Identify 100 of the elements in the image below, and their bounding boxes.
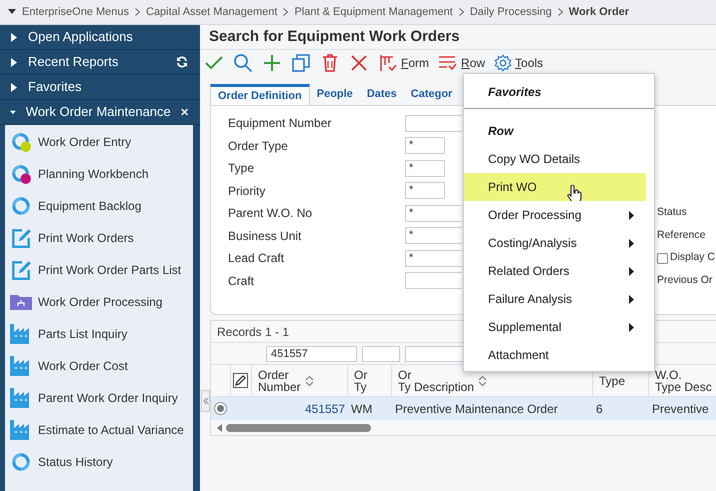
scroll-left-icon[interactable] bbox=[217, 424, 222, 432]
submenu-arrow-icon bbox=[629, 266, 634, 276]
toolbar-menu[interactable]: Form bbox=[378, 53, 430, 73]
collapse-icon bbox=[10, 108, 16, 116]
section-label: Favorites bbox=[28, 78, 82, 96]
edit-grid-icon[interactable] bbox=[233, 373, 248, 388]
submenu-arrow-icon bbox=[629, 210, 634, 220]
table-cell-text: WM bbox=[350, 400, 374, 418]
checkbox[interactable] bbox=[657, 252, 668, 264]
field-label: Equipment Number bbox=[228, 115, 332, 132]
folder-icon bbox=[10, 294, 32, 310]
add-icon[interactable] bbox=[262, 53, 282, 73]
sort-icon[interactable] bbox=[304, 376, 314, 386]
factory-icon bbox=[10, 388, 32, 408]
field-label: Parent W.O. No bbox=[228, 205, 314, 222]
sidebar-section[interactable]: Open Applications bbox=[0, 25, 200, 50]
sidebar-item[interactable]: Work Order Entry bbox=[5, 126, 193, 158]
breadcrumb-link[interactable]: Daily Processing bbox=[470, 4, 552, 20]
input-field[interactable]: * bbox=[405, 250, 462, 267]
breadcrumb-link[interactable]: EnterpriseOne Menus bbox=[22, 4, 129, 20]
sidebar-item[interactable]: Print Work Order Parts List bbox=[5, 254, 193, 286]
sidebar-item[interactable]: Work Order Cost bbox=[5, 350, 193, 382]
input-field[interactable]: * bbox=[405, 182, 445, 200]
table-row[interactable]: 451557 WM Preventive Maintenance Order 6 Preventive bbox=[211, 396, 716, 420]
field-label: Business Unit bbox=[228, 228, 302, 245]
breadcrumb-link[interactable]: Plant & Equipment Management bbox=[294, 4, 453, 20]
factory-icon bbox=[10, 356, 32, 376]
item-label: Equipment Backlog bbox=[38, 198, 142, 215]
sidebar-item[interactable]: Planning Workbench bbox=[5, 158, 193, 190]
item-label: Work Order Processing bbox=[38, 294, 162, 311]
trash-icon[interactable] bbox=[320, 53, 340, 73]
records-count: Records 1 - 1 bbox=[217, 324, 290, 340]
field-label: Craft bbox=[228, 272, 256, 290]
input-field[interactable]: * bbox=[405, 227, 462, 244]
breadcrumb-link[interactable]: Work Order bbox=[568, 4, 630, 20]
toolbar-menu[interactable]: Tools bbox=[494, 54, 544, 72]
submenu-arrow-icon bbox=[629, 294, 634, 304]
tab[interactable]: Dates bbox=[360, 84, 404, 105]
rows-icon bbox=[438, 53, 458, 73]
field-label: Order Type bbox=[228, 138, 289, 155]
section-label: Open Applications bbox=[28, 28, 134, 46]
menu-heading: Favorites bbox=[488, 84, 542, 101]
sidebar-section[interactable]: Recent Reports bbox=[0, 50, 200, 75]
filter-field[interactable]: 451557 bbox=[266, 346, 357, 362]
input-field[interactable]: * bbox=[405, 204, 462, 222]
sidebar-item[interactable]: Print Work Orders bbox=[5, 222, 193, 254]
close-icon[interactable] bbox=[349, 53, 369, 73]
section-label: Recent Reports bbox=[28, 53, 120, 72]
sidebar-item[interactable]: Work Order Processing bbox=[5, 286, 193, 318]
close-icon[interactable] bbox=[180, 107, 188, 117]
item-label: Status History bbox=[38, 454, 113, 471]
field-label: Reference bbox=[657, 228, 706, 243]
radio-button[interactable] bbox=[214, 402, 228, 415]
factory-icon bbox=[10, 420, 32, 440]
breadcrumb-link[interactable]: Capital Asset Management bbox=[146, 4, 278, 20]
filter-field[interactable] bbox=[362, 346, 400, 362]
table-cell-text: Preventive bbox=[651, 400, 710, 418]
cycle-icon bbox=[10, 451, 32, 473]
expand-icon bbox=[10, 82, 18, 92]
search-icon[interactable] bbox=[233, 53, 253, 73]
tab[interactable]: Categor bbox=[404, 84, 460, 105]
form-icon bbox=[378, 53, 398, 73]
table-cell-text: 6 bbox=[595, 400, 604, 418]
item-label: Print Work Order Parts List bbox=[38, 262, 182, 279]
expand-icon bbox=[10, 32, 18, 42]
input-field[interactable] bbox=[405, 272, 462, 290]
chevron-right-icon bbox=[458, 8, 464, 16]
chevron-right-icon bbox=[283, 8, 288, 16]
tab[interactable]: People bbox=[310, 84, 360, 105]
sidebar-item[interactable]: Parent Work Order Inquiry bbox=[5, 382, 193, 414]
refresh-icon[interactable] bbox=[176, 56, 188, 68]
tab[interactable]: Order Definition bbox=[210, 84, 310, 105]
sidebar-item[interactable]: Equipment Backlog bbox=[5, 190, 193, 222]
submenu-arrow-icon bbox=[629, 238, 634, 248]
toolbar-menu[interactable]: Row bbox=[438, 53, 486, 73]
field-label: Priority bbox=[228, 182, 266, 200]
menu-heading: Row bbox=[488, 123, 514, 140]
collapse-handle-icon[interactable] bbox=[201, 390, 210, 412]
sort-icon[interactable] bbox=[478, 376, 488, 386]
chevron-right-icon bbox=[135, 8, 140, 16]
sidebar-item[interactable]: Parts List Inquiry bbox=[5, 318, 193, 350]
field-label: Lead Craft bbox=[228, 250, 286, 268]
item-label: Estimate to Actual Variance bbox=[38, 422, 184, 439]
submenu-arrow-icon bbox=[629, 322, 634, 332]
field-label: Status bbox=[657, 205, 687, 220]
input-field[interactable]: * bbox=[405, 160, 445, 177]
table-cell-text: 451557 bbox=[304, 400, 346, 418]
input-field[interactable]: * bbox=[405, 137, 445, 154]
scrollbar-thumb[interactable] bbox=[226, 424, 371, 432]
item-label: Parts List Inquiry bbox=[38, 326, 128, 343]
input-field[interactable] bbox=[405, 114, 462, 132]
sidebar-item[interactable]: Estimate to Actual Variance bbox=[5, 414, 193, 446]
dropdown-icon[interactable] bbox=[8, 9, 16, 15]
copy-icon[interactable] bbox=[291, 53, 311, 73]
cycle-icon bbox=[10, 195, 32, 217]
cycle-icon bbox=[10, 131, 32, 153]
sidebar-item[interactable]: Status History bbox=[5, 446, 193, 478]
sidebar-section[interactable]: Favorites bbox=[0, 75, 200, 100]
hand-cursor-icon bbox=[567, 185, 583, 204]
menu-item[interactable]: Print WO bbox=[464, 173, 646, 201]
